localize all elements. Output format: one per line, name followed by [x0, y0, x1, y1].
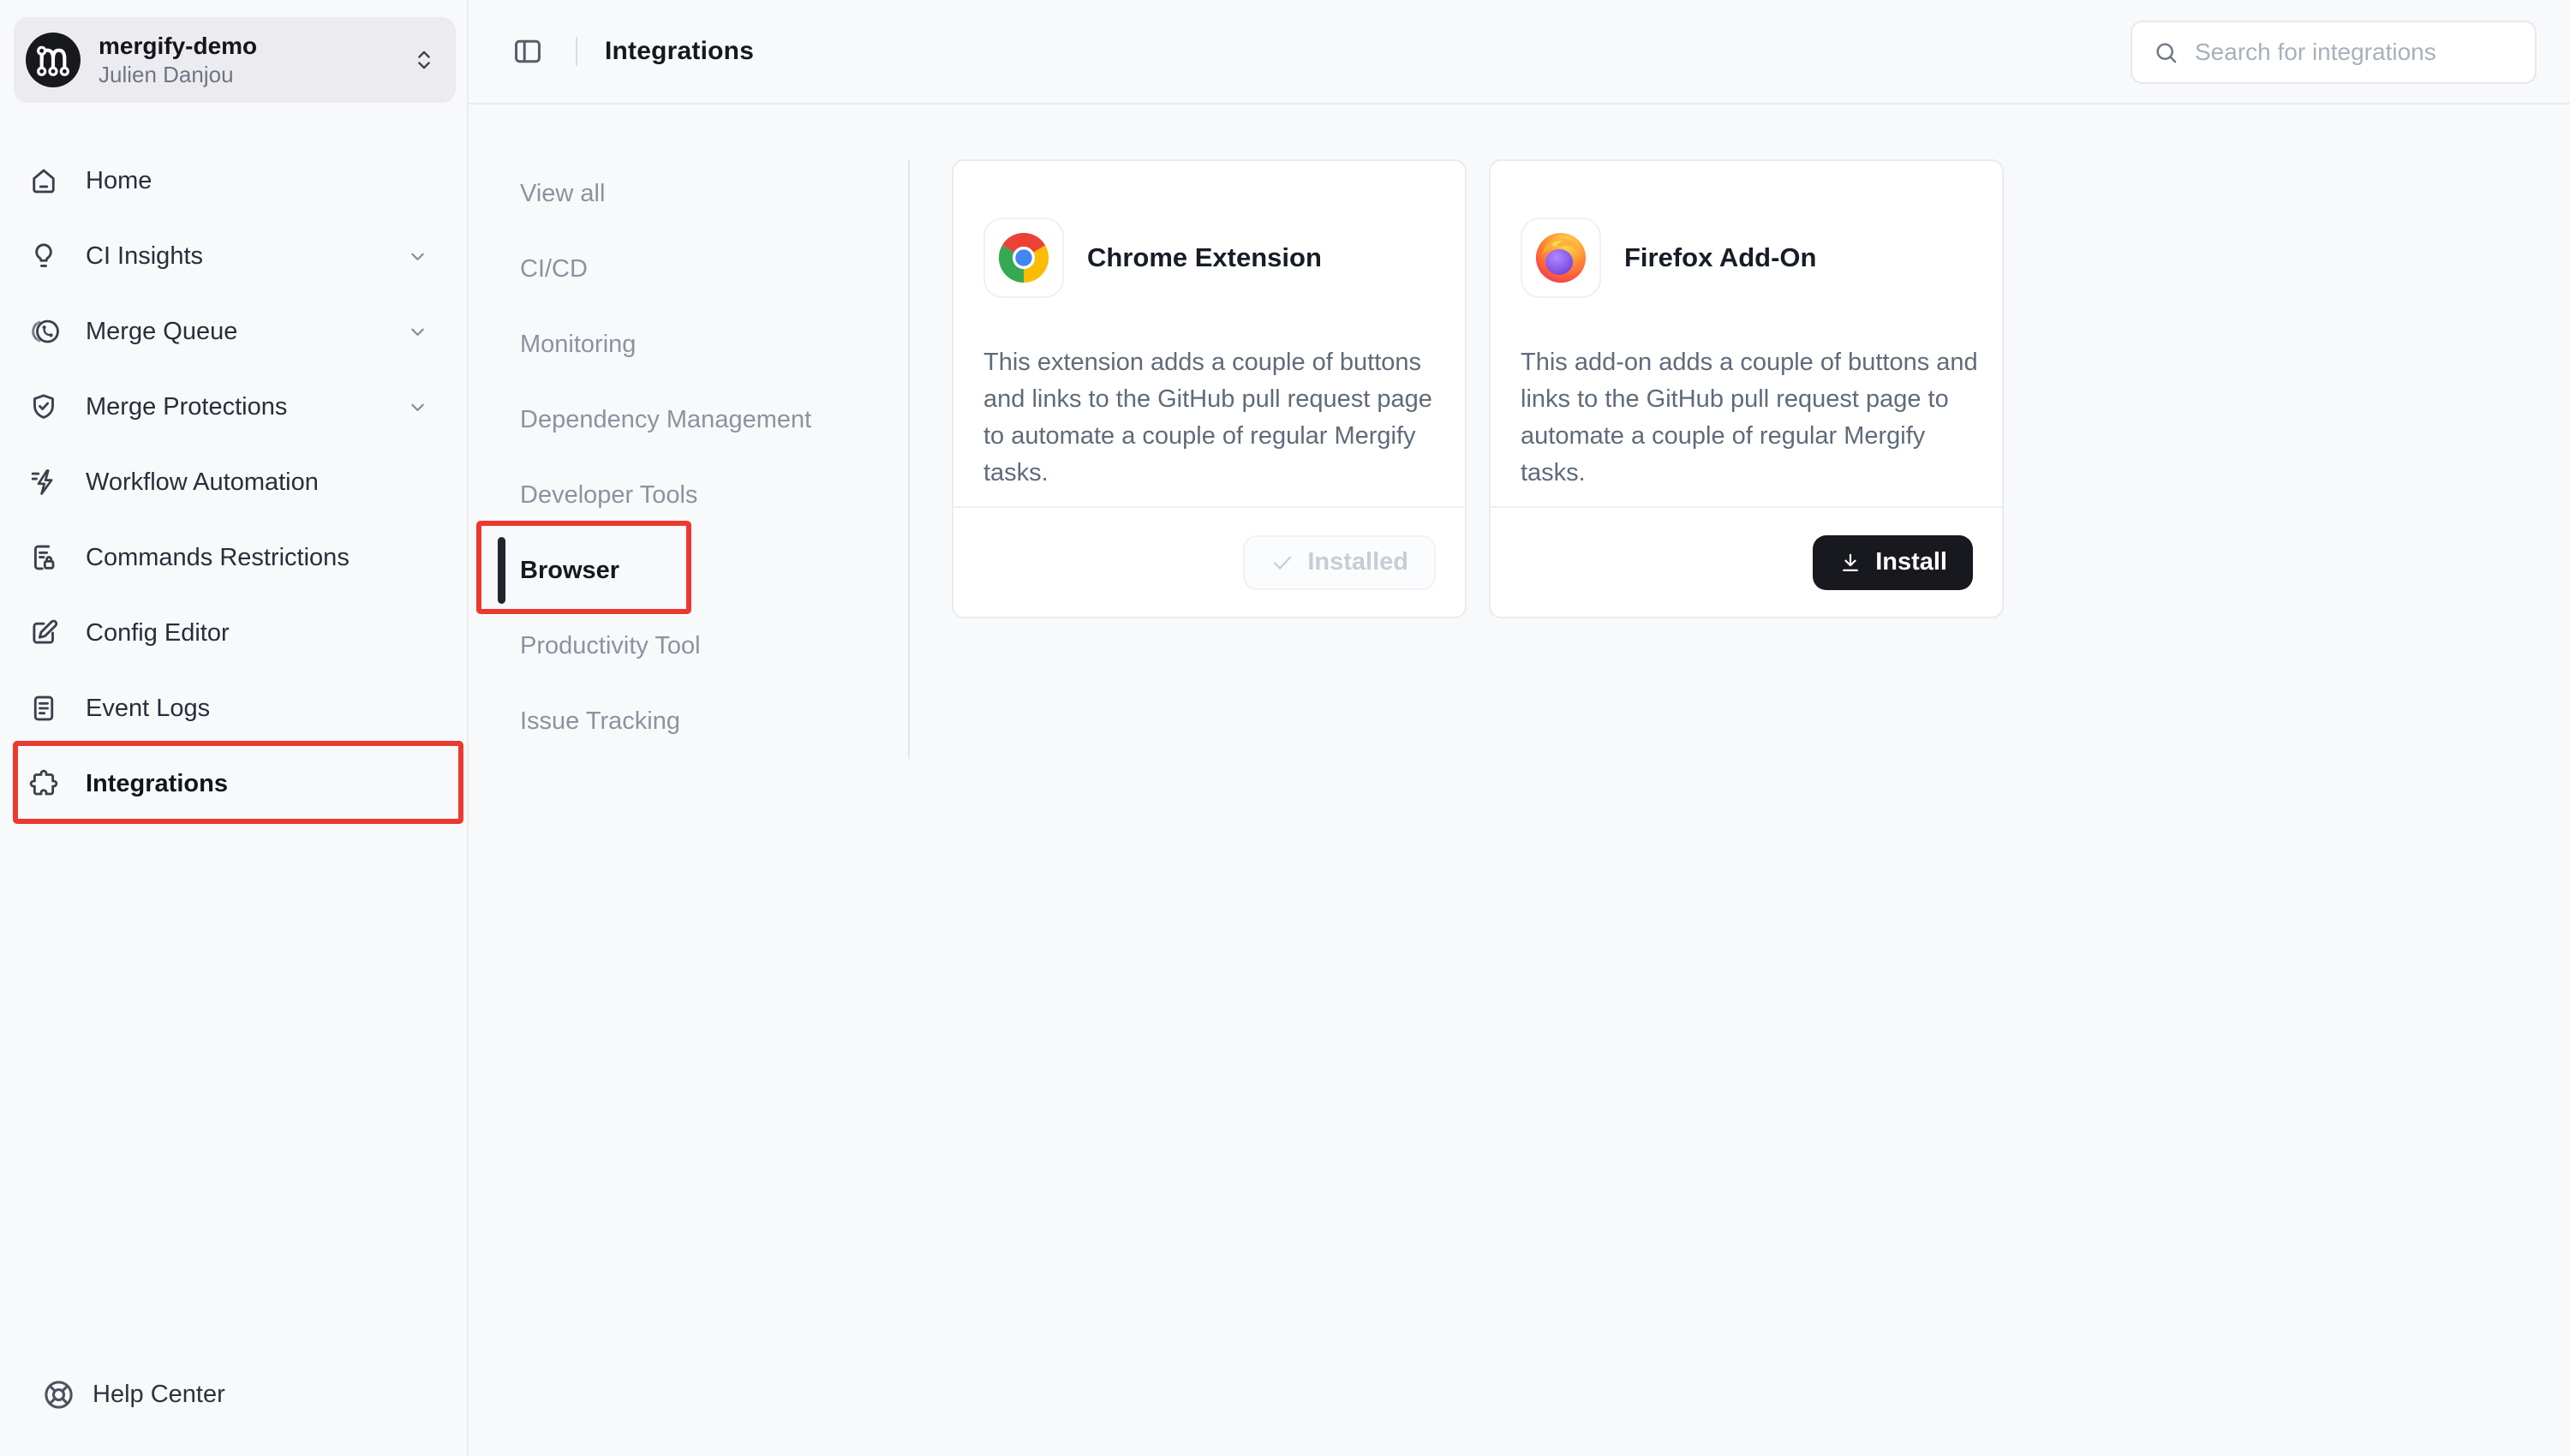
sidebar-item-icon — [28, 618, 59, 648]
sidebar-item-workflow-automation[interactable]: Workflow Automation — [0, 445, 469, 520]
sidebar-item-icon — [28, 391, 59, 422]
workspace-name: mergify-demo — [99, 32, 411, 61]
category-item-label: Productivity Tool — [520, 632, 701, 660]
card-footer: Install — [1491, 506, 2002, 617]
sidebar-item-label: Merge Protections — [86, 393, 287, 421]
card-action-label: Installed — [1307, 548, 1408, 576]
category-list: View all CI/CD Monitoring Dependency Man… — [520, 156, 888, 759]
topbar: Integrations — [469, 0, 2570, 104]
sidebar-item-icon — [28, 542, 59, 573]
sidebar-item-label: Home — [86, 167, 152, 195]
sidebar-item-ci-insights[interactable]: CI Insights — [0, 218, 469, 294]
category-item-ci-cd[interactable]: CI/CD — [520, 231, 888, 307]
chevron-down-icon — [406, 245, 429, 268]
sidebar-item-label: Integrations — [86, 770, 228, 798]
sidebar-item-home[interactable]: Home — [0, 143, 469, 218]
category-item-developer-tools[interactable]: Developer Tools — [520, 457, 888, 533]
sidebar-item-label: Event Logs — [86, 695, 210, 723]
sidebar-item-config-editor[interactable]: Config Editor — [0, 595, 469, 671]
workspace-owner: Julien Danjou — [99, 61, 411, 88]
sidebar-item-integrations[interactable]: Integrations — [0, 746, 469, 821]
sidebar-item-label: Commands Restrictions — [86, 544, 350, 572]
category-item-label: View all — [520, 180, 605, 208]
search-box — [2131, 21, 2537, 84]
category-divider — [908, 159, 910, 759]
integration-card-firefox-add-on: Firefox Add-On This add-on adds a couple… — [1489, 159, 2004, 618]
category-item-label: Browser — [520, 557, 619, 585]
category-item-label: CI/CD — [520, 255, 588, 283]
card-action-button[interactable]: Installed — [1243, 535, 1436, 590]
category-item-label: Monitoring — [520, 331, 636, 359]
category-item-productivity-tool[interactable]: Productivity Tool — [520, 608, 888, 683]
integration-cards: Chrome Extension This extension adds a c… — [952, 159, 2004, 618]
chevron-down-icon — [406, 320, 429, 343]
sidebar-item-merge-protections[interactable]: Merge Protections — [0, 369, 469, 445]
page-title: Integrations — [605, 37, 754, 66]
download-icon — [1838, 551, 1862, 575]
integration-title: Firefox Add-On — [1624, 218, 1816, 298]
sidebar-item-label: Config Editor — [86, 619, 230, 647]
integration-description: This extension adds a couple of buttons … — [983, 344, 1441, 492]
category-item-view-all[interactable]: View all — [520, 156, 888, 231]
sidebar-item-icon — [28, 768, 59, 799]
sidebar-item-icon — [28, 316, 59, 347]
category-item-monitoring[interactable]: Monitoring — [520, 307, 888, 382]
integration-description: This add-on adds a couple of buttons and… — [1521, 344, 1978, 492]
search-input[interactable] — [2195, 22, 2521, 82]
integration-title: Chrome Extension — [1087, 218, 1322, 298]
workspace-selector[interactable]: mergify-demo Julien Danjou — [14, 17, 456, 103]
sidebar-item-merge-queue[interactable]: Merge Queue — [0, 294, 469, 369]
mergify-avatar — [26, 33, 81, 87]
category-item-label: Dependency Management — [520, 406, 811, 434]
sidebar-nav: Home CI Insights Merge Queue Merge Prote… — [0, 143, 469, 821]
sidebar-item-icon — [28, 467, 59, 498]
category-item-label: Developer Tools — [520, 481, 697, 510]
topbar-divider — [576, 37, 577, 66]
category-item-label: Issue Tracking — [520, 707, 680, 736]
sidebar-item-icon — [28, 693, 59, 724]
integration-card-chrome-extension: Chrome Extension This extension adds a c… — [952, 159, 1467, 618]
help-center-link[interactable]: Help Center — [0, 1362, 469, 1427]
integration-logo-container — [983, 218, 1064, 298]
chevrons-up-down-icon — [411, 47, 437, 73]
card-action-label: Install — [1875, 548, 1947, 576]
search-icon — [2153, 39, 2179, 66]
app-root: mergify-demo Julien Danjou Home CI Insig… — [0, 0, 2570, 1456]
sidebar-item-event-logs[interactable]: Event Logs — [0, 671, 469, 746]
check-icon — [1270, 551, 1294, 575]
integration-logo-icon — [1534, 231, 1587, 284]
sidebar-item-icon — [28, 241, 59, 272]
category-item-browser[interactable]: Browser — [520, 533, 888, 608]
integration-logo-icon — [997, 231, 1050, 284]
help-center-label: Help Center — [93, 1381, 225, 1409]
sidebar-item-label: Workflow Automation — [86, 468, 319, 497]
panel-left-icon — [511, 35, 544, 68]
sidebar-item-icon — [28, 165, 59, 196]
category-item-dependency-management[interactable]: Dependency Management — [520, 382, 888, 457]
sidebar-item-label: Merge Queue — [86, 318, 237, 346]
sidebar: mergify-demo Julien Danjou Home CI Insig… — [0, 0, 469, 1456]
chevron-down-icon — [406, 396, 429, 419]
sidebar-item-label: CI Insights — [86, 242, 203, 271]
integration-logo-container — [1521, 218, 1601, 298]
category-item-issue-tracking[interactable]: Issue Tracking — [520, 683, 888, 759]
card-action-button[interactable]: Install — [1813, 535, 1973, 590]
sidebar-item-commands-restrictions[interactable]: Commands Restrictions — [0, 520, 469, 595]
card-footer: Installed — [953, 506, 1465, 617]
sidebar-toggle-button[interactable] — [511, 35, 544, 68]
lifebuoy-icon — [42, 1378, 75, 1411]
